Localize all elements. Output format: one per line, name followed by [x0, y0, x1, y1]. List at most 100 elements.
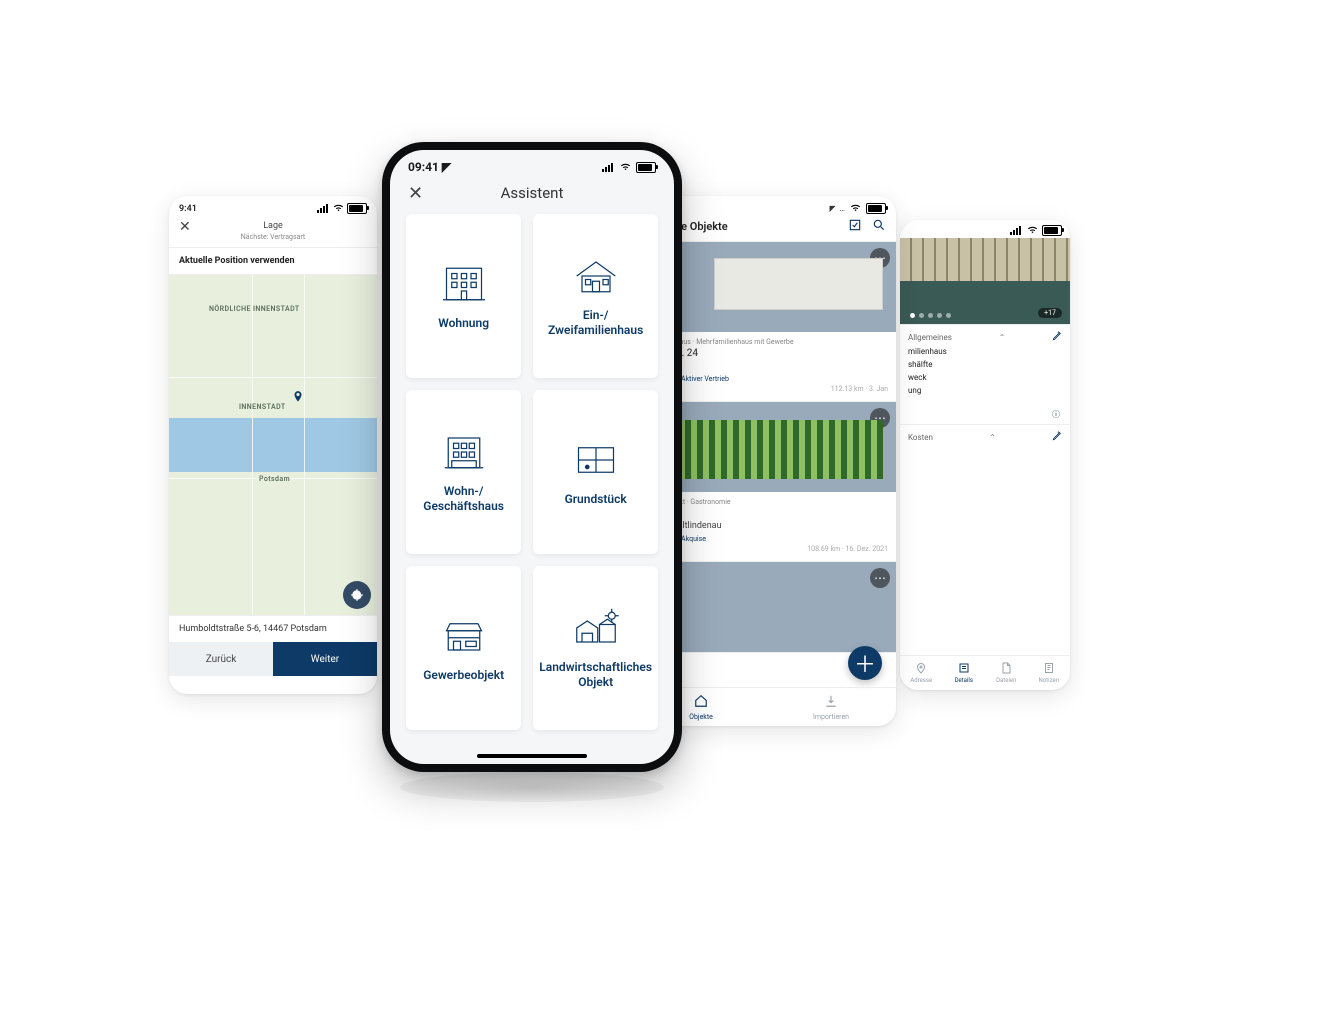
tile-wohnung[interactable]: Wohnung: [406, 214, 521, 378]
header: ✕ Lage Nächste: Vertragsart: [169, 217, 377, 248]
nav-dateien[interactable]: Dateien: [985, 656, 1028, 690]
topbar: ✕ Assistent: [390, 178, 674, 214]
notes-icon: [1043, 662, 1055, 676]
edit-icon[interactable]: [1052, 431, 1062, 443]
nav-details[interactable]: Details: [943, 656, 986, 690]
wifi-icon: [619, 160, 632, 174]
signal-icon: [1010, 226, 1023, 235]
close-icon[interactable]: ✕: [179, 219, 191, 235]
detail-row: shälfte: [908, 360, 1062, 369]
object-title: Humboldtstraße 5-6: [908, 252, 1062, 263]
commercial-icon: [436, 614, 492, 658]
section-title: Kosten: [908, 433, 933, 442]
detail-row: milienhaus: [908, 347, 1062, 356]
detail-row: ung: [908, 386, 1062, 395]
card-menu-button[interactable]: ⋯: [870, 408, 890, 428]
nav-label: Objekte: [689, 713, 713, 721]
screen-object-detail: Doppelhaushälfte Humboldtstraße 5-6 +17 …: [900, 220, 1070, 690]
tile-wohn-geschaeftshaus[interactable]: Wohn-/ Geschäftshaus: [406, 390, 521, 554]
tile-label: Landwirtschaftliches Objekt: [539, 660, 652, 690]
object-tag: Akquise: [681, 535, 706, 543]
add-object-button[interactable]: ＋: [848, 646, 882, 680]
details-icon: [958, 662, 970, 676]
footer-actions: Zurück Weiter: [169, 642, 377, 676]
next-button[interactable]: Weiter: [273, 642, 377, 676]
status-bar: [900, 220, 1070, 238]
search-icon[interactable]: [872, 218, 886, 235]
house-icon: [568, 254, 624, 298]
card-menu-button[interactable]: ⋯: [870, 568, 890, 588]
wifi-icon: [849, 202, 862, 214]
screen-assistent: 09:41 ◤ ✕ Assistent: [390, 150, 674, 764]
photo-count-badge: +17: [1038, 308, 1062, 318]
map-pin-icon[interactable]: [291, 390, 305, 404]
home-indicator[interactable]: [477, 754, 587, 758]
bottom-nav: Adresse Details Dateien Notizen: [900, 655, 1070, 690]
map-district-label: NÖRDLICHE INNENSTADT: [209, 305, 300, 313]
battery-icon: [866, 203, 886, 214]
assistent-grid: Wohnung Ein-/ Zweifamilienhaus: [390, 214, 674, 730]
tile-label: Grundstück: [565, 492, 627, 507]
object-category: Doppelhaushälfte: [908, 244, 1062, 252]
nav-adresse[interactable]: Adresse: [900, 656, 943, 690]
close-icon[interactable]: ✕: [408, 183, 423, 204]
nav-label: Dateien: [996, 677, 1016, 684]
chevron-up-icon[interactable]: ⌃: [999, 333, 1006, 342]
apartment-icon: [436, 262, 492, 306]
tile-label: Wohn-/ Geschäftshaus: [412, 484, 515, 514]
section-title: Allgemeines: [908, 333, 952, 342]
tile-label: Ein-/ Zweifamilienhaus: [539, 308, 652, 338]
location-services-icon: ◤: [442, 160, 451, 174]
wifi-icon: [332, 202, 345, 215]
map-district-label: INNENSTADT: [239, 403, 286, 411]
back-button[interactable]: Zurück: [169, 642, 273, 676]
mixed-use-icon: [436, 430, 492, 474]
tile-gewerbeobjekt[interactable]: Gewerbeobjekt: [406, 566, 521, 730]
chevron-up-icon[interactable]: ⌃: [989, 433, 996, 442]
nav-label: Importieren: [813, 713, 849, 721]
detail-row: weck: [908, 373, 1062, 382]
battery-icon: [636, 162, 656, 173]
map-city-label: Potsdam: [259, 475, 290, 483]
carousel-dots[interactable]: [910, 313, 951, 318]
device-frame: 09:41 ◤ ✕ Assistent: [382, 142, 682, 772]
hero-image[interactable]: Doppelhaushälfte Humboldtstraße 5-6 +17: [900, 238, 1070, 324]
nav-label: Details: [955, 677, 973, 684]
section-kosten: Kosten ⌃: [900, 424, 1070, 449]
selected-address: Humboldtstraße 5-6, 14467 Potsdam: [169, 615, 377, 642]
edit-icon[interactable]: [1052, 331, 1062, 343]
tile-einfamilienhaus[interactable]: Ein-/ Zweifamilienhaus: [533, 214, 658, 378]
status-time: 9:41: [179, 204, 197, 214]
filter-icon[interactable]: [848, 218, 862, 235]
wifi-icon: [1026, 224, 1039, 236]
map-view[interactable]: NÖRDLICHE INNENSTADT INNENSTADT Potsdam: [169, 275, 377, 615]
tile-label: Wohnung: [438, 316, 489, 331]
card-menu-button[interactable]: ⋯: [870, 248, 890, 268]
status-bar: 09:41 ◤: [390, 150, 674, 178]
nav-importieren[interactable]: Importieren: [766, 688, 896, 726]
signal-icon: [602, 163, 615, 172]
status-time: 09:41: [408, 160, 439, 174]
plot-icon: [568, 438, 624, 482]
header-title: Lage: [179, 221, 367, 231]
farm-icon: [568, 606, 624, 650]
recenter-button[interactable]: [343, 581, 371, 609]
section-allgemeines: Allgemeines ⌃ milienhaus shälfte weck un…: [900, 324, 1070, 405]
page-title: Assistent: [501, 184, 564, 202]
nav-label: Adresse: [910, 677, 932, 684]
signal-icon: [317, 204, 330, 213]
tile-landwirtschaft[interactable]: Landwirtschaftliches Objekt: [533, 566, 658, 730]
file-icon: [1000, 662, 1012, 676]
status-bar: 9:41: [169, 196, 377, 217]
use-current-position-button[interactable]: Aktuelle Position verwenden: [169, 248, 377, 275]
tile-label: Gewerbeobjekt: [423, 668, 504, 683]
screen-location: 9:41 ✕ Lage Nächste: Vertragsart Aktuell…: [169, 196, 377, 694]
location-services-icon: ◤: [829, 204, 835, 213]
info-icon[interactable]: ⓘ: [900, 405, 1070, 424]
nav-notizen[interactable]: Notizen: [1028, 656, 1071, 690]
nav-label: Notizen: [1038, 677, 1059, 684]
object-tag: Aktiver Vertrieb: [681, 375, 729, 383]
tile-grundstueck[interactable]: Grundstück: [533, 390, 658, 554]
map-pin-icon: [915, 662, 927, 676]
battery-icon: [1042, 225, 1062, 236]
